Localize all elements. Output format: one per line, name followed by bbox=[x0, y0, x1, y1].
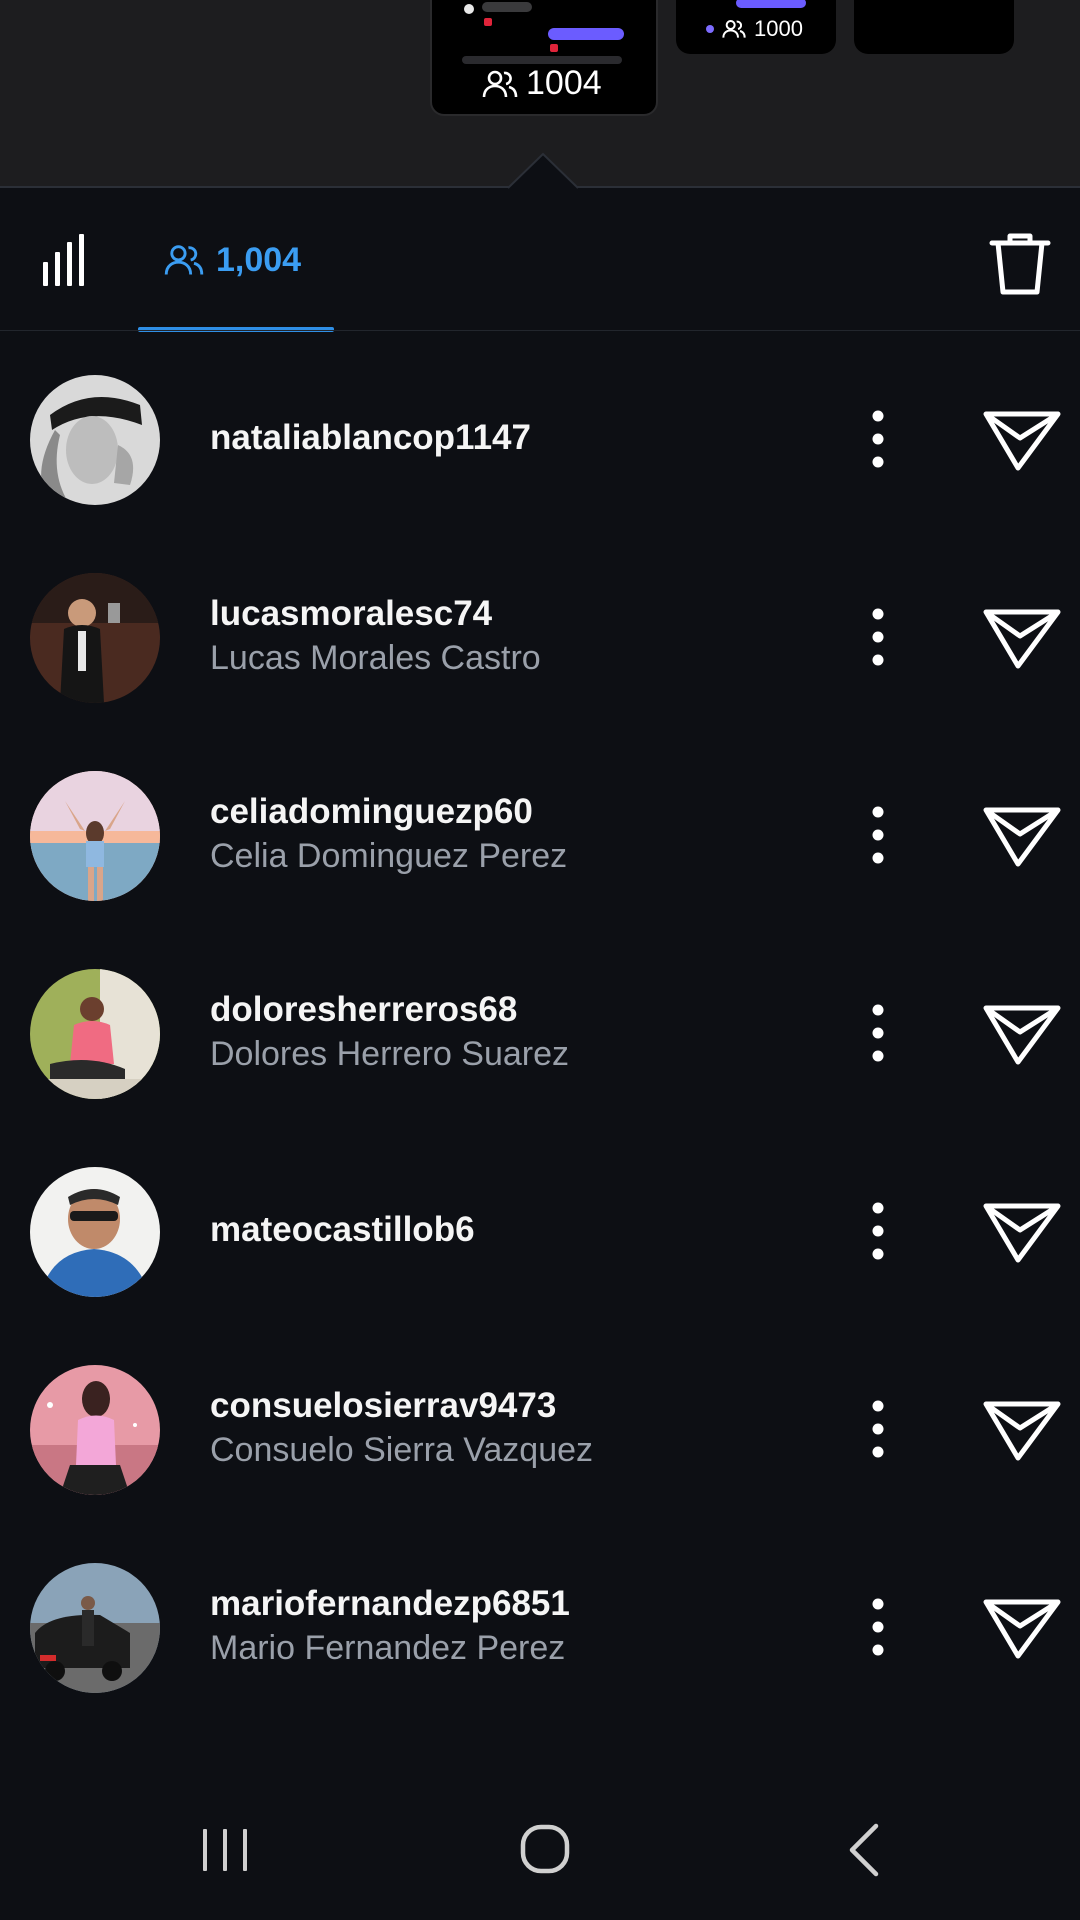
viewer-username[interactable]: doloresherreros68 bbox=[210, 990, 517, 1030]
viewer-row[interactable]: celiadominguezp60 Celia Dominguez Perez bbox=[0, 736, 1080, 934]
vertical-dots-icon[interactable] bbox=[856, 404, 900, 474]
tab-bar: 1,004 bbox=[0, 188, 1080, 332]
paper-plane-icon[interactable] bbox=[980, 606, 1064, 672]
bar-chart-icon[interactable] bbox=[40, 232, 92, 288]
viewer-username[interactable]: mariofernandezp6851 bbox=[210, 1584, 570, 1624]
thumbnail-reaction bbox=[484, 18, 492, 26]
thumbnail-dot bbox=[464, 4, 474, 14]
thumbnail-bubble bbox=[736, 0, 806, 8]
viewer-username[interactable]: consuelosierrav9473 bbox=[210, 1386, 556, 1426]
trash-icon[interactable] bbox=[984, 228, 1056, 300]
viewer-full-name: Lucas Morales Castro bbox=[210, 639, 541, 677]
story-view-count: 1000 bbox=[706, 16, 803, 42]
home-icon[interactable] bbox=[500, 1814, 590, 1884]
thumbnail-message bbox=[482, 2, 532, 12]
paper-plane-icon[interactable] bbox=[980, 1398, 1064, 1464]
viewer-username[interactable]: nataliablancop1147 bbox=[210, 418, 531, 458]
recent-apps-icon[interactable] bbox=[180, 1814, 270, 1884]
viewer-username[interactable]: mateocastillob6 bbox=[210, 1210, 475, 1250]
story-view-count: 1004 bbox=[482, 64, 602, 103]
story-view-count-value: 1004 bbox=[526, 64, 602, 102]
viewer-full-name: Celia Dominguez Perez bbox=[210, 837, 568, 875]
viewer-username[interactable]: lucasmoralesc74 bbox=[210, 594, 492, 634]
avatar[interactable] bbox=[30, 969, 160, 1099]
vertical-dots-icon[interactable] bbox=[856, 1592, 900, 1662]
viewer-row[interactable]: lucasmoralesc74 Lucas Morales Castro bbox=[0, 538, 1080, 736]
back-icon[interactable] bbox=[820, 1814, 910, 1884]
viewer-list: nataliablancop1147 lucasmoralesc74 Lucas… bbox=[0, 340, 1080, 1780]
thumbnail-input bbox=[462, 56, 622, 64]
avatar[interactable] bbox=[30, 1563, 160, 1693]
story-thumbnail[interactable] bbox=[854, 0, 1014, 54]
avatar[interactable] bbox=[30, 1167, 160, 1297]
viewer-row[interactable]: mariofernandezp6851 Mario Fernandez Pere… bbox=[0, 1528, 1080, 1726]
viewer-row[interactable]: nataliablancop1147 bbox=[0, 340, 1080, 538]
viewer-username[interactable]: celiadominguezp60 bbox=[210, 792, 533, 832]
vertical-dots-icon[interactable] bbox=[856, 602, 900, 672]
caret-up-icon bbox=[508, 152, 578, 189]
vertical-dots-icon[interactable] bbox=[856, 998, 900, 1068]
paper-plane-icon[interactable] bbox=[980, 408, 1064, 474]
vertical-dots-icon[interactable] bbox=[856, 1394, 900, 1464]
paper-plane-icon[interactable] bbox=[980, 804, 1064, 870]
avatar[interactable] bbox=[30, 771, 160, 901]
viewer-row[interactable] bbox=[0, 1726, 1080, 1780]
people-icon bbox=[482, 70, 518, 97]
viewer-full-name: Consuelo Sierra Vazquez bbox=[210, 1431, 594, 1469]
avatar[interactable] bbox=[30, 1365, 160, 1495]
story-thumbnail[interactable]: 1000 bbox=[676, 0, 836, 54]
viewers-count: 1,004 bbox=[216, 240, 302, 279]
people-icon bbox=[722, 20, 746, 38]
paper-plane-icon[interactable] bbox=[980, 1596, 1064, 1662]
paper-plane-icon[interactable] bbox=[980, 1002, 1064, 1068]
people-icon bbox=[164, 245, 204, 275]
vertical-dots-icon[interactable] bbox=[856, 1196, 900, 1266]
story-view-count-value: 1000 bbox=[754, 16, 803, 41]
tab-viewers[interactable]: 1,004 bbox=[138, 228, 334, 292]
vertical-dots-icon[interactable] bbox=[856, 800, 900, 870]
thumbnail-dot bbox=[706, 25, 714, 33]
viewer-full-name: Dolores Herrero Suarez bbox=[210, 1035, 570, 1073]
viewer-row[interactable]: consuelosierrav9473 Consuelo Sierra Vazq… bbox=[0, 1330, 1080, 1528]
divider bbox=[0, 330, 1080, 331]
paper-plane-icon[interactable] bbox=[980, 1200, 1064, 1266]
system-nav-bar bbox=[0, 1780, 1080, 1920]
story-thumbnail-current[interactable]: 1004 bbox=[430, 0, 658, 116]
avatar[interactable] bbox=[30, 375, 160, 505]
avatar[interactable] bbox=[30, 573, 160, 703]
viewer-full-name: Mario Fernandez Perez bbox=[210, 1629, 566, 1667]
viewer-row[interactable]: doloresherreros68 Dolores Herrero Suarez bbox=[0, 934, 1080, 1132]
viewer-row[interactable]: mateocastillob6 bbox=[0, 1132, 1080, 1330]
thumbnail-bubble bbox=[548, 28, 624, 40]
thumbnail-reaction bbox=[550, 44, 558, 52]
